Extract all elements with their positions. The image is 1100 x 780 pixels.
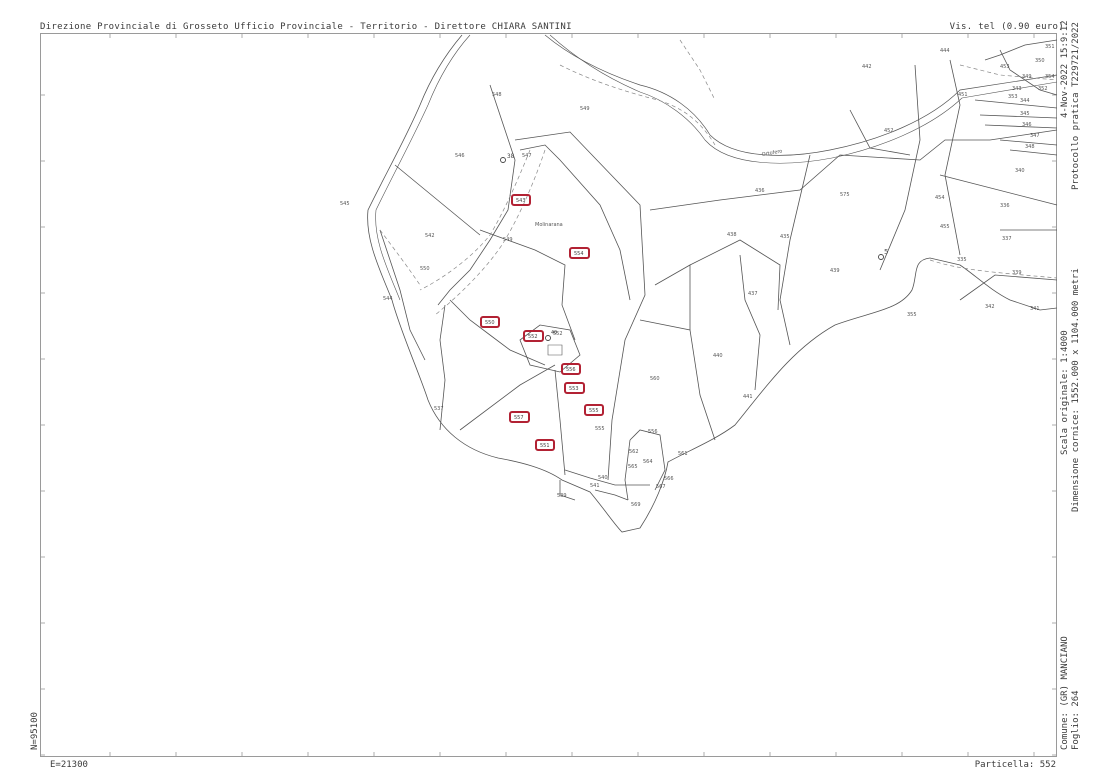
- survey-markers: 38 40: [500, 153, 884, 341]
- parcel-label: 348: [1025, 144, 1035, 150]
- highlight-label: 553: [569, 386, 579, 392]
- parcel-boundaries: [367, 34, 1058, 533]
- parcel-label: 336: [1000, 203, 1010, 209]
- parcel-label: 444: [940, 48, 950, 54]
- parcel-label: 452: [884, 128, 894, 134]
- highlight-label: 556: [566, 367, 576, 373]
- highlight-label: 543: [516, 198, 526, 204]
- parcel-label: 453: [1000, 64, 1010, 70]
- parcel-label: 547: [522, 153, 532, 159]
- parcel-label: 440: [713, 353, 723, 359]
- highlight-label: 555: [589, 408, 599, 414]
- parcel-label: 540: [598, 475, 608, 481]
- parcel-label: 542: [425, 233, 435, 239]
- parcel-label: 575: [840, 192, 850, 198]
- parcel-label: 350: [1035, 58, 1045, 64]
- svg-text:40: 40: [551, 330, 557, 336]
- parcel-label: 549: [503, 237, 513, 243]
- parcel-label: 343: [1012, 86, 1022, 92]
- parcel-label: 353: [1008, 94, 1018, 100]
- parcel-label: 560: [650, 376, 660, 382]
- parcel-label: 566: [664, 476, 674, 482]
- dashed-paths: [379, 39, 1058, 316]
- highlight-label: 557: [514, 415, 524, 421]
- survey-point-marker: [545, 335, 551, 341]
- parcel-label: 569: [631, 502, 641, 508]
- parcel-label: 442: [862, 64, 872, 70]
- parcel-label: 455: [940, 224, 950, 230]
- cadastral-map[interactable]: 548 549 545 546 547 542 549 544 537 Moli…: [0, 0, 1100, 780]
- highlight-label: 554: [574, 251, 584, 257]
- parcel-label: 546: [455, 153, 465, 159]
- parcel-label: 556: [648, 429, 658, 435]
- highlight-label: 552: [528, 334, 538, 340]
- parcel-label: 564: [643, 459, 653, 465]
- parcel-label: 355: [907, 312, 917, 318]
- highlight-label: 550: [485, 320, 495, 326]
- outer-boundary: [367, 34, 1058, 533]
- parcel-label: 341: [1030, 306, 1040, 312]
- parcel-label: 5: [884, 248, 888, 256]
- parcel-label: 437: [748, 291, 758, 297]
- highlighted-parcels[interactable]: 543 554 550 552 556 553 555 557 551: [480, 194, 604, 451]
- parcel-label: 436: [755, 188, 765, 194]
- parcel-label: 555: [595, 426, 605, 432]
- parcel-label: 451: [958, 92, 968, 98]
- parcel-label: 537: [434, 406, 444, 412]
- parcel-label: 346: [1022, 122, 1032, 128]
- parcel-label: 354: [1045, 74, 1055, 80]
- survey-point-marker: [878, 254, 884, 260]
- parcel-label: 539: [557, 493, 567, 499]
- frame-ticks: [40, 33, 1057, 757]
- parcel-label: 352: [1038, 86, 1048, 92]
- svg-text:38: 38: [507, 153, 515, 160]
- parcel-label: Ortofero: [761, 148, 783, 158]
- parcel-label: 441: [743, 394, 753, 400]
- parcel-label: 567: [656, 484, 666, 490]
- parcel-label: 438: [727, 232, 737, 238]
- parcel-label: 349: [1022, 74, 1032, 80]
- parcel-label: 344: [1020, 98, 1030, 104]
- parcel-label: 335: [957, 257, 967, 263]
- parcel-label: 565: [628, 464, 638, 470]
- survey-point-marker: [500, 157, 506, 163]
- parcel-label: 347: [1030, 133, 1040, 139]
- parcel-labels: 548 549 545 546 547 542 549 544 537 Moli…: [340, 44, 1055, 508]
- parcel-label: 339: [1012, 270, 1022, 276]
- parcel-label: 345: [1020, 111, 1030, 117]
- parcel-label: 454: [935, 195, 945, 201]
- parcel-label: 545: [340, 201, 350, 207]
- parcel-label: 544: [383, 296, 393, 302]
- parcel-label: 561: [678, 451, 688, 457]
- parcel-label: 337: [1002, 236, 1012, 242]
- parcel-label: 439: [830, 268, 840, 274]
- parcel-label: 351: [1045, 44, 1055, 50]
- parcel-label: 549: [580, 106, 590, 112]
- parcel-label: 340: [1015, 168, 1025, 174]
- parcel-label: 548: [492, 92, 502, 98]
- parcel-label: 541: [590, 483, 600, 489]
- parcel-label: 562: [629, 449, 639, 455]
- parcel-label: Molinarana: [535, 222, 563, 228]
- parcel-label: 550: [420, 266, 430, 272]
- highlight-label: 551: [540, 443, 550, 449]
- parcel-label: 435: [780, 234, 790, 240]
- parcel-label: 342: [985, 304, 995, 310]
